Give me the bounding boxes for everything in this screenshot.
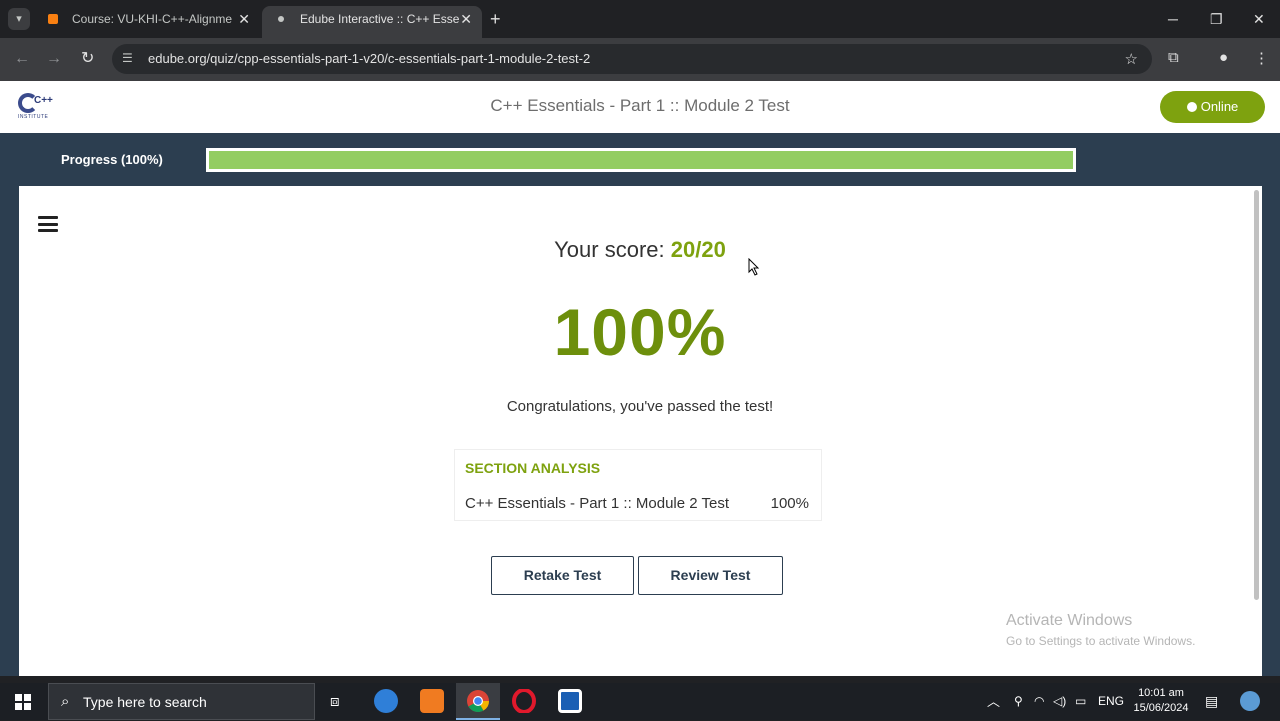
review-test-button[interactable]: Review Test [638,556,783,595]
taskbar-clock[interactable]: 10:01 am 15/06/2024 [1128,686,1194,716]
notifications-icon[interactable]: ▤ [1205,683,1218,720]
page-title: C++ Essentials - Part 1 :: Module 2 Test [490,96,790,115]
windows-start-icon[interactable] [15,694,31,710]
xampp-icon[interactable] [420,689,444,713]
pass-message: Congratulations, you've passed the test! [506,398,774,415]
online-label: Online [1200,99,1239,114]
search-icon: ⌕ [61,693,70,710]
windows-taskbar: ⌕ Type here to search ⧈ ︿ ⚲ ◠ ◁) ▭ ENG 1… [0,683,1280,720]
clock-date: 15/06/2024 [1133,702,1189,714]
tray-network-icon[interactable]: ⚲ [1014,683,1023,720]
online-dot-icon [1186,102,1197,112]
tab-title: Course: VU-KHI-C++-Alignme… [72,12,232,26]
hamburger-menu-icon[interactable] [38,216,58,232]
analysis-row-name: C++ Essentials - Part 1 :: Module 2 Test [465,495,730,512]
tab-edube[interactable]: Edube Interactive :: C++ Essenti… ✕ [262,6,482,38]
reload-icon[interactable]: ↻ [81,48,94,70]
menu-kebab-icon[interactable]: ⋮ [1254,49,1269,67]
language-indicator[interactable]: ENG [1098,683,1124,720]
edube-favicon-icon [278,16,284,22]
site-info-icon[interactable]: ☰ [122,51,133,65]
new-tab-plus-icon[interactable]: + [490,8,501,30]
score-line: Your score: 20/20 [0,237,1280,263]
battery-icon[interactable]: ▭ [1075,683,1086,720]
score-value: 20/20 [670,237,726,262]
tab-course[interactable]: Course: VU-KHI-C++-Alignme… ✕ [34,6,260,38]
profile-icon[interactable]: ● [1219,49,1228,66]
copilot-icon[interactable] [1240,691,1260,711]
score-percentage: 100% [553,295,727,369]
section-analysis-heading: SECTION ANALYSIS [465,460,601,476]
taskbar-search-box[interactable]: ⌕ Type here to search [48,683,315,720]
back-arrow-icon[interactable]: ← [14,48,30,70]
opera-icon[interactable] [512,689,536,713]
browser-toolbar: ← → ↻ ☰ edube.org/quiz/cpp-essentials-pa… [0,38,1280,81]
wifi-icon[interactable]: ◠ [1034,683,1044,720]
close-window-icon[interactable]: ✕ [1253,8,1265,30]
progress-label: Progress (100%) [61,152,163,167]
restore-icon[interactable]: ❐ [1210,8,1223,30]
tray-chevron-icon[interactable]: ︿ [987,683,1000,720]
volume-icon[interactable]: ◁) [1053,683,1066,720]
bookmark-star-icon[interactable]: ☆ [1125,50,1138,68]
clock-time: 10:01 am [1138,687,1184,699]
progress-bar [206,148,1076,172]
address-bar[interactable]: ☰ edube.org/quiz/cpp-essentials-part-1-v… [112,44,1152,74]
analysis-row-score: 100% [770,495,809,512]
app-launcher-icon[interactable] [374,689,398,713]
tab-close-icon[interactable]: ✕ [238,6,250,32]
minimize-icon[interactable]: ─ [1168,8,1178,30]
tab-close-icon[interactable]: ✕ [460,6,472,32]
watermark-line1: Activate Windows [1006,612,1133,629]
site-header: C++ INSTITUTE C++ Essentials - Part 1 ::… [0,81,1280,133]
tab-title: Edube Interactive :: C++ Essenti… [300,12,460,26]
tab-search-icon[interactable]: ▾ [8,8,30,30]
online-status-button[interactable]: Online [1160,91,1265,123]
url-text: edube.org/quiz/cpp-essentials-part-1-v20… [148,51,591,66]
mouse-cursor-icon [748,258,760,276]
watermark-line2: Go to Settings to activate Windows. [1006,634,1196,648]
browser-tabstrip: ▾ Course: VU-KHI-C++-Alignme… ✕ Edube In… [0,0,1280,38]
search-placeholder: Type here to search [83,694,207,710]
moodle-favicon-icon [48,14,58,24]
task-view-icon[interactable]: ⧈ [330,683,340,720]
chrome-icon[interactable] [466,689,490,713]
score-prefix: Your score: [554,237,665,262]
forward-arrow-icon[interactable]: → [46,48,62,70]
app-icon[interactable] [558,689,582,713]
extensions-puzzle-icon[interactable]: ⧉ [1168,49,1179,66]
progress-fill [209,151,1073,169]
retake-test-button[interactable]: Retake Test [491,556,634,595]
section-analysis-panel: SECTION ANALYSIS C++ Essentials - Part 1… [454,449,822,521]
activate-windows-watermark: Activate Windows Go to Settings to activ… [1006,612,1195,648]
